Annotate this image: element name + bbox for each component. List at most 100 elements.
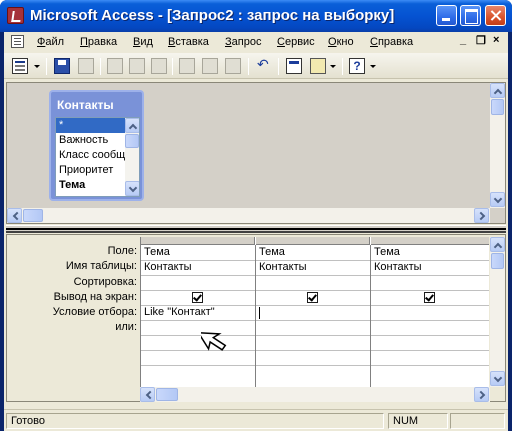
menu-help[interactable]: Справка	[370, 36, 413, 48]
table-field-list-contacts[interactable]: Контакты * Важность Класс сообщения Прио…	[49, 90, 144, 201]
build-icon[interactable]	[310, 58, 326, 74]
status-panel-empty	[450, 413, 505, 429]
cell-criteria-col3[interactable]	[371, 305, 485, 320]
scroll-thumb[interactable]	[23, 209, 43, 222]
scroll-up-button[interactable]	[490, 83, 505, 98]
copy-icon[interactable]	[202, 58, 218, 74]
scroll-right-button[interactable]	[474, 208, 489, 223]
column-selector[interactable]	[256, 237, 370, 245]
show-checkbox-col2[interactable]	[307, 292, 318, 303]
help-icon[interactable]: ?	[349, 58, 365, 74]
mdi-minimize-button[interactable]: _	[460, 34, 466, 46]
show-checkbox-col3[interactable]	[424, 292, 435, 303]
scroll-up-button[interactable]	[490, 237, 505, 252]
pane-splitter[interactable]	[6, 225, 506, 233]
cell-field-col1[interactable]: Тема	[141, 245, 255, 260]
row-label-show: Вывод на экран:	[53, 291, 137, 303]
scroll-down-button[interactable]	[490, 371, 505, 386]
scroll-down-button[interactable]	[125, 181, 139, 196]
toolbar-separator	[46, 58, 47, 75]
field-list-scrollbar[interactable]	[125, 118, 139, 196]
toolbar-separator	[248, 58, 249, 75]
maximize-button[interactable]	[460, 5, 481, 26]
print-icon[interactable]	[107, 58, 123, 74]
menu-insert[interactable]: Вставка	[168, 36, 209, 48]
scroll-thumb[interactable]	[491, 99, 504, 115]
menu-view[interactable]: Вид	[133, 36, 153, 48]
table-pane-vscroll[interactable]	[490, 83, 505, 208]
grid-hscroll[interactable]	[140, 387, 490, 402]
table-pane[interactable]: Контакты * Важность Класс сообщения Прио…	[6, 82, 506, 224]
spelling-icon[interactable]	[151, 58, 167, 74]
field-item-priority[interactable]: Приоритет	[56, 163, 126, 178]
scroll-right-button[interactable]	[474, 387, 489, 402]
mdi-close-button[interactable]: ×	[493, 34, 499, 46]
table-title[interactable]: Контакты	[57, 98, 114, 112]
view-icon[interactable]	[12, 58, 28, 74]
field-item-subject[interactable]: Тема	[56, 178, 126, 193]
cell-or-col1[interactable]	[141, 320, 255, 335]
query-design-grid[interactable]: Тема Тема Тема Контакты Контакты Контакт…	[140, 237, 489, 387]
scroll-left-button[interactable]	[140, 387, 155, 402]
menu-file[interactable]: Файл	[37, 36, 64, 48]
paste-icon[interactable]	[225, 58, 241, 74]
cell-or-col3[interactable]	[371, 320, 485, 335]
print-preview-icon[interactable]	[129, 58, 145, 74]
field-item-message-class[interactable]: Класс сообщения	[56, 148, 126, 163]
field-list[interactable]: * Важность Класс сообщения Приоритет Тем…	[55, 117, 140, 197]
status-bar: Готово NUM	[4, 409, 508, 431]
field-item-importance[interactable]: Важность	[56, 133, 126, 148]
cell-or-col2[interactable]	[256, 320, 370, 335]
save-icon[interactable]	[54, 58, 70, 74]
cell-sort-col1[interactable]	[141, 275, 255, 290]
toolbar-separator	[278, 58, 279, 75]
scroll-left-button[interactable]	[7, 208, 22, 223]
scroll-thumb[interactable]	[491, 253, 504, 269]
scroll-thumb[interactable]	[125, 134, 139, 148]
scroll-up-button[interactable]	[125, 118, 139, 133]
query-type-icon[interactable]	[286, 58, 302, 74]
grid-line	[141, 290, 489, 291]
access-icon[interactable]	[7, 7, 24, 24]
query-window-icon[interactable]	[11, 35, 24, 48]
cell-sort-col3[interactable]	[371, 275, 485, 290]
field-item-all[interactable]: *	[56, 118, 126, 133]
cell-table-col1[interactable]: Контакты	[141, 260, 255, 275]
cell-field-col2[interactable]: Тема	[256, 245, 370, 260]
cut-icon[interactable]	[179, 58, 195, 74]
status-num-indicator: NUM	[388, 413, 448, 429]
cell-table-col2[interactable]: Контакты	[256, 260, 370, 275]
menu-bar: Файл Правка Вид Вставка Запрос Сервис Ок…	[4, 32, 508, 52]
cell-field-col3[interactable]: Тема	[371, 245, 485, 260]
menu-query[interactable]: Запрос	[225, 36, 261, 48]
column-selector[interactable]	[141, 237, 255, 245]
column-selector[interactable]	[371, 237, 489, 245]
cell-criteria-col2[interactable]	[256, 305, 370, 320]
scroll-down-button[interactable]	[490, 192, 505, 207]
mouse-pointer-icon	[201, 331, 227, 351]
cell-table-col3[interactable]: Контакты	[371, 260, 485, 275]
row-label-sort: Сортировка:	[73, 276, 137, 288]
search-icon[interactable]	[78, 58, 94, 74]
access-window: Microsoft Access - [Запрос2 : запрос на …	[0, 0, 512, 431]
help-dropdown-icon[interactable]	[370, 65, 376, 68]
grid-vscroll[interactable]	[490, 237, 505, 387]
table-pane-hscroll[interactable]	[7, 208, 490, 223]
window-title: Microsoft Access - [Запрос2 : запрос на …	[30, 7, 395, 24]
title-bar[interactable]: Microsoft Access - [Запрос2 : запрос на …	[0, 0, 512, 32]
menu-tools[interactable]: Сервис	[277, 36, 315, 48]
view-dropdown-icon[interactable]	[34, 65, 40, 68]
close-button[interactable]	[485, 5, 506, 26]
grid-line	[141, 365, 489, 366]
build-dropdown-icon[interactable]	[330, 65, 336, 68]
cell-sort-col2[interactable]	[256, 275, 370, 290]
scroll-thumb[interactable]	[156, 388, 178, 401]
cell-criteria-col1[interactable]: Like "Контакт"	[141, 305, 255, 320]
menu-edit[interactable]: Правка	[80, 36, 117, 48]
show-checkbox-col1[interactable]	[192, 292, 203, 303]
undo-icon[interactable]	[256, 56, 272, 74]
row-label-or: или:	[115, 321, 137, 333]
menu-window[interactable]: Окно	[328, 36, 354, 48]
mdi-restore-button[interactable]: ❐	[476, 34, 486, 47]
minimize-button[interactable]	[436, 5, 457, 26]
